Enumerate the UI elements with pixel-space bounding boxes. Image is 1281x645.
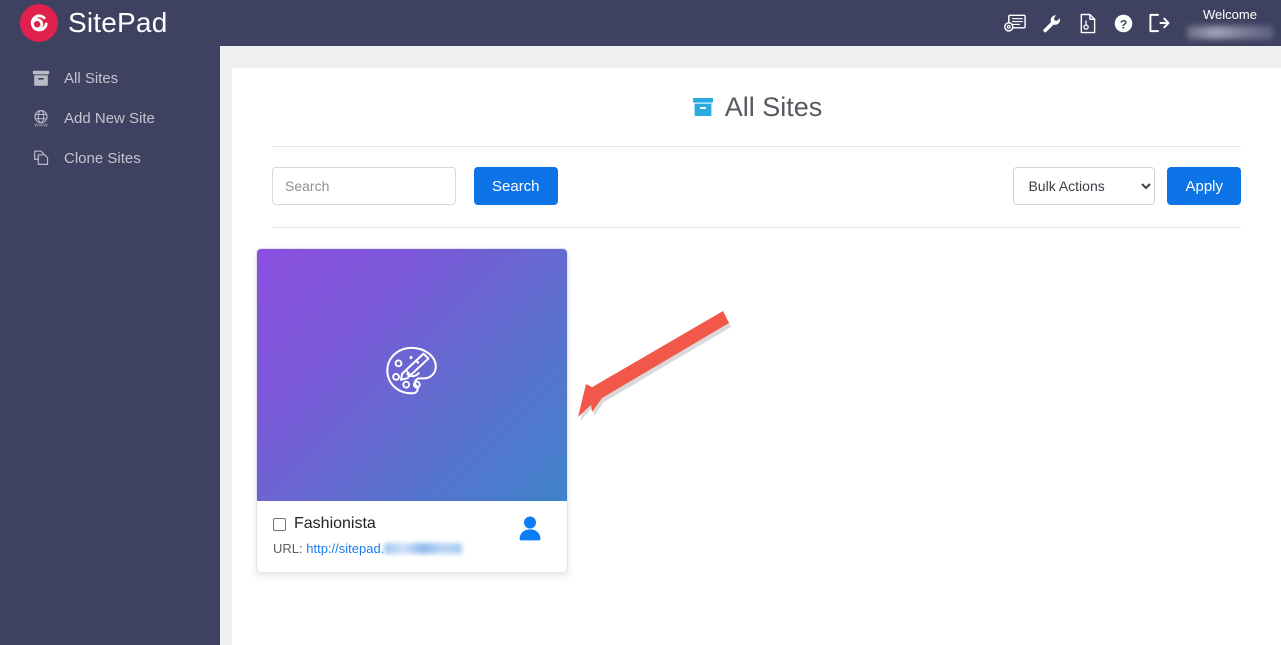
site-thumbnail[interactable] xyxy=(257,249,567,501)
welcome-box[interactable]: Welcome xyxy=(1187,7,1273,39)
sitepad-dashboard: SitePad All Sites WWW Add New Site Clone… xyxy=(0,0,1281,645)
site-url-blurred xyxy=(384,543,463,554)
topbar: ? Welcome xyxy=(220,0,1281,46)
site-url-link[interactable]: http://sitepad. xyxy=(306,541,384,556)
sidebar: SitePad All Sites WWW Add New Site Clone… xyxy=(0,0,220,645)
site-url-label: URL: xyxy=(273,541,303,556)
search-button[interactable]: Search xyxy=(474,167,558,205)
sidebar-nav: All Sites WWW Add New Site Clone Sites xyxy=(0,58,220,178)
page-title-text: All Sites xyxy=(724,91,823,122)
svg-text:WWW: WWW xyxy=(34,123,48,128)
sites-grid: Fashionista URL: http://sitepad. xyxy=(232,228,1281,573)
help-question-icon[interactable]: ? xyxy=(1111,11,1135,35)
site-card[interactable]: Fashionista URL: http://sitepad. xyxy=(256,248,568,573)
archive-box-icon xyxy=(691,95,715,119)
svg-text:?: ? xyxy=(1119,17,1127,31)
sidebar-item-label: Add New Site xyxy=(64,109,155,127)
brand-name: SitePad xyxy=(68,7,168,38)
welcome-label: Welcome xyxy=(1203,7,1257,22)
site-url: URL: http://sitepad. xyxy=(273,541,551,556)
site-card-body: Fashionista URL: http://sitepad. xyxy=(257,501,567,572)
welcome-username xyxy=(1187,26,1273,39)
content-panel: All Sites Search Bulk Actions Apply xyxy=(232,68,1281,645)
paint-palette-icon xyxy=(382,344,442,407)
archive-box-icon xyxy=(30,67,52,89)
sidebar-item-add-new-site[interactable]: WWW Add New Site xyxy=(0,98,220,138)
bulk-actions-select[interactable]: Bulk Actions xyxy=(1013,167,1156,205)
site-name: Fashionista xyxy=(294,515,376,532)
user-person-icon[interactable] xyxy=(515,513,545,543)
site-select-checkbox[interactable] xyxy=(273,517,286,531)
sitepad-spiral-logo-icon xyxy=(20,4,58,42)
sidebar-item-label: All Sites xyxy=(64,69,119,87)
search-input[interactable] xyxy=(272,167,456,205)
license-settings-icon[interactable] xyxy=(1003,11,1027,35)
globe-www-icon: WWW xyxy=(30,107,52,129)
apply-button[interactable]: Apply xyxy=(1167,167,1241,205)
copy-pages-icon xyxy=(30,147,52,169)
brand[interactable]: SitePad xyxy=(0,0,220,46)
page-title: All Sites xyxy=(232,68,1281,146)
file-document-icon[interactable] xyxy=(1075,11,1099,35)
wrench-icon[interactable] xyxy=(1039,11,1063,35)
sidebar-item-clone-sites[interactable]: Clone Sites xyxy=(0,138,220,178)
toolbar: Search Bulk Actions Apply xyxy=(232,147,1281,227)
site-card-header: Fashionista xyxy=(273,515,551,533)
sidebar-item-all-sites[interactable]: All Sites xyxy=(0,58,220,98)
topbar-icon-group: ? xyxy=(1003,11,1171,35)
logout-icon[interactable] xyxy=(1147,11,1171,35)
sidebar-item-label: Clone Sites xyxy=(64,149,141,167)
